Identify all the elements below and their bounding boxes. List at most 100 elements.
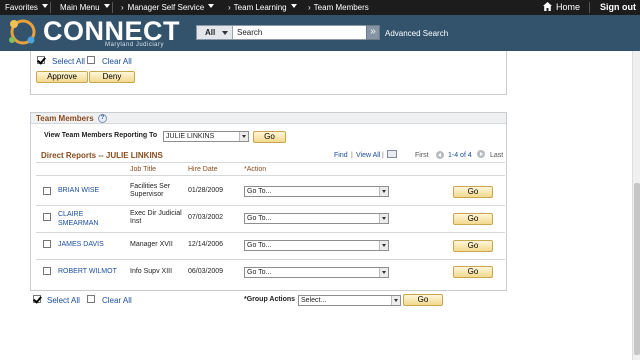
row-action-value: Go To... [247,269,272,276]
hire-date-cell: 06/03/2009 [188,268,224,275]
select-all-checkbox-top[interactable] [37,56,45,64]
row-divider [36,232,505,233]
row-checkbox[interactable] [43,187,51,195]
breadcrumb-team-learning[interactable]: › Team Learning [228,2,297,13]
chevron-down-icon [379,268,388,277]
top-navigation-bar: Favorites Main Menu › Manager Self Servic… [0,0,640,15]
next-page-icon[interactable] [477,150,485,158]
chevron-down-icon [208,4,215,8]
job-title-cell: Info Supv XIII [130,268,173,275]
double-chevron-right-icon: » [370,26,376,37]
clear-all-checkbox-bottom[interactable] [87,295,95,303]
row-action-value: Go To... [247,188,272,195]
pagination-range: 1-4 of 4 [448,152,472,159]
breadcrumb-label: Team Members [313,3,369,12]
deny-button[interactable]: Deny [89,71,135,83]
row-action-select[interactable]: Go To... [244,186,389,197]
row-action-select[interactable]: Go To... [244,267,389,278]
column-header-job-title[interactable]: Job Title [130,166,156,173]
reporting-to-value: JULIE LINKINS [166,133,215,140]
employee-name-link[interactable]: CLAIRE SMEARMAN [58,210,98,228]
chevron-down-icon [41,4,48,8]
select-all-checkbox-bottom[interactable] [33,295,41,303]
row-action-select[interactable]: Go To... [244,240,389,251]
chevron-down-icon [103,4,110,8]
breadcrumb-separator: › [308,3,311,12]
column-header-hire-date[interactable]: Hire Date [188,166,218,173]
logo-wordmark: CONNECT [43,16,180,46]
row-checkbox[interactable] [43,240,51,248]
job-title-cell: Manager XVII [130,241,173,248]
find-link[interactable]: Find [334,152,348,159]
breadcrumb-label: Team Learning [233,3,287,12]
column-header-action: *Action [244,166,267,173]
chevron-down-icon [290,4,297,8]
approve-button[interactable]: Approve [36,71,88,83]
select-all-link-bottom[interactable]: Select All [47,296,80,305]
group-actions-go-button[interactable]: Go [403,294,443,306]
group-actions-select[interactable]: Select... [298,295,401,306]
favorites-menu[interactable]: Favorites [5,2,48,13]
grid-header-row [36,162,505,176]
clear-all-link-bottom[interactable]: Clear All [102,296,132,305]
row-go-button[interactable]: Go [453,266,493,278]
chevron-down-icon [379,214,388,223]
chevron-down-icon [379,187,388,196]
hire-date-cell: 01/28/2009 [188,187,224,194]
sign-out-link[interactable]: Sign out [600,2,636,13]
row-checkbox[interactable] [43,267,51,275]
row-divider [36,259,505,260]
employee-name-link[interactable]: JAMES DAVIS [58,241,104,248]
search-submit-button[interactable]: » [366,25,380,40]
main-menu[interactable]: Main Menu [60,2,110,13]
breadcrumb-manager-self-service[interactable]: › Manager Self Service [121,2,215,13]
chevron-down-icon [379,241,388,250]
employee-name-line: SMEARMAN [58,220,99,227]
scrollbar-thumb[interactable] [634,183,640,355]
search-scope-select[interactable]: All [197,26,233,39]
row-action-value: Go To... [247,215,272,222]
reporting-to-go-button[interactable]: Go [253,131,286,143]
breadcrumb-separator: › [121,3,124,12]
reporting-to-select[interactable]: JULIE LINKINS [163,131,249,142]
search-input[interactable] [235,26,365,39]
row-checkbox[interactable] [43,213,51,221]
view-all-link[interactable]: View All [356,152,380,159]
main-menu-label: Main Menu [60,3,100,12]
reporting-to-label: View Team Members Reporting To [44,132,158,139]
direct-reports-title: Direct Reports -- JULIE LINKINS [41,151,163,160]
favorites-label: Favorites [5,3,38,12]
job-title-line: Inst [130,218,142,225]
previous-page-icon[interactable] [436,151,444,159]
connect-logo[interactable]: CONNECT Maryland Judiciary [2,16,192,50]
page-scrollbar[interactable] [632,51,640,360]
row-divider [36,205,505,206]
global-search: All [196,25,367,40]
logo-mark-icon [9,19,36,45]
row-go-button[interactable]: Go [453,240,493,252]
row-action-select[interactable]: Go To... [244,213,389,224]
download-grid-icon[interactable] [387,150,397,158]
group-actions-value: Select... [301,297,327,304]
select-all-link-top[interactable]: Select All [52,57,85,66]
job-title-line: Supervisor [130,191,164,198]
breadcrumb-team-members[interactable]: › Team Members [308,2,369,13]
clear-all-checkbox-top[interactable] [87,56,95,64]
clear-all-link-top[interactable]: Clear All [102,57,132,66]
job-title-line: Facilities Ser [130,183,171,190]
job-title-line: Exec Dir Judicial [130,210,182,217]
employee-name-line: CLAIRE [58,211,84,218]
job-title-cell: Exec Dir Judicial Inst [130,210,182,226]
home-link[interactable]: Home [543,2,580,13]
help-icon[interactable]: ? [98,114,107,123]
hire-date-cell: 12/14/2006 [188,241,224,248]
employee-name-link[interactable]: ROBERT WILMOT [58,268,117,275]
employee-name-link[interactable]: BRIAN WISE [58,187,99,194]
advanced-search-link[interactable]: Advanced Search [385,29,448,38]
nav-divider [589,2,590,13]
row-action-value: Go To... [247,242,272,249]
home-label: Home [556,2,581,12]
row-go-button[interactable]: Go [453,186,493,198]
row-go-button[interactable]: Go [453,213,493,225]
hire-date-cell: 07/03/2002 [188,214,224,221]
